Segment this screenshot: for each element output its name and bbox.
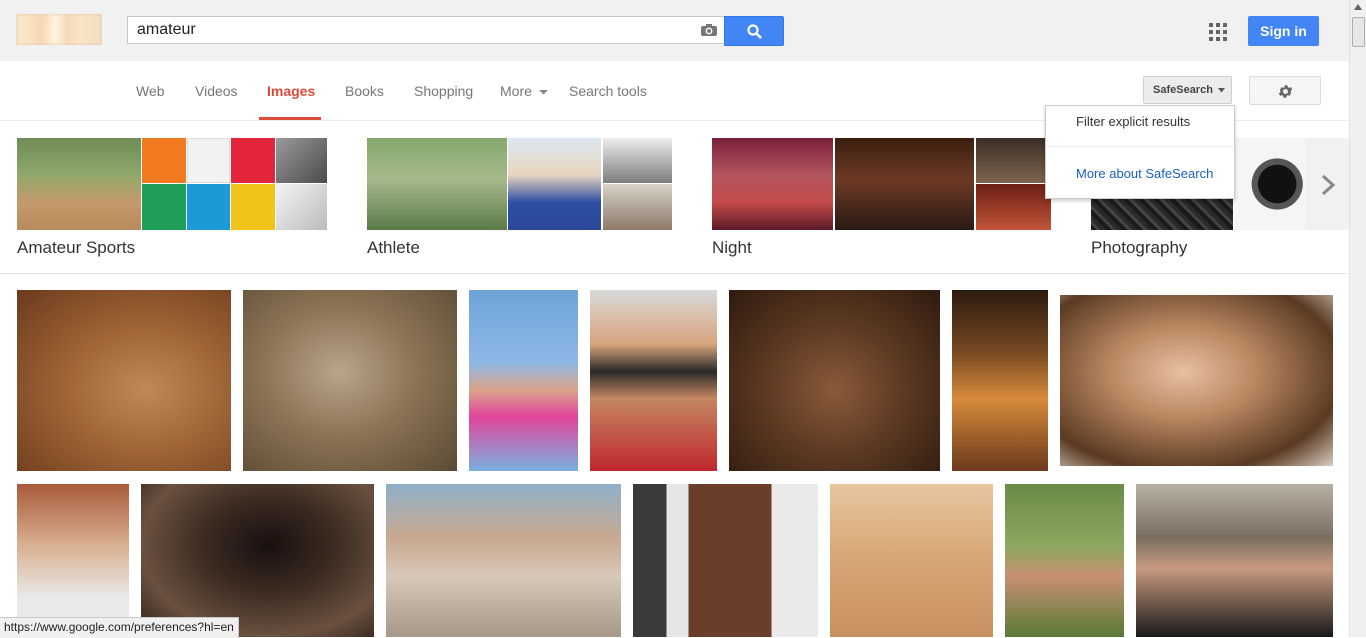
image-result[interactable] [1060,295,1333,466]
search-button[interactable] [724,16,784,46]
scrollbar-thumb[interactable] [1352,17,1365,47]
search-box[interactable] [127,16,724,44]
related-thumbnail [712,138,833,230]
more-about-safesearch-link[interactable]: More about SafeSearch [1076,166,1213,181]
status-bar-url: https://www.google.com/preferences?hl=en [0,617,239,638]
tab-books[interactable]: Books [345,83,384,99]
tab-images[interactable]: Images [267,83,315,99]
related-label: Amateur Sports [17,238,136,257]
safesearch-button[interactable]: SafeSearch [1143,76,1232,104]
safesearch-menu: Filter explicit results More about SafeS… [1045,105,1235,199]
related-thumbnail [187,138,230,183]
image-result[interactable] [729,290,940,471]
image-result[interactable] [17,290,231,471]
chevron-right-icon [1321,174,1335,196]
tab-more-label: More [500,83,532,99]
safesearch-label: SafeSearch [1153,84,1213,96]
related-thumbnail [508,138,601,230]
search-input[interactable] [137,17,677,43]
related-thumbnail [835,138,974,230]
tab-more[interactable]: More [500,83,548,99]
scroll-up-arrow-icon[interactable] [1354,4,1362,10]
tab-search-tools[interactable]: Search tools [569,83,647,99]
tab-shopping[interactable]: Shopping [414,83,473,99]
related-thumbnail [367,138,507,230]
image-result[interactable] [1005,484,1124,637]
related-thumbnail [187,184,230,230]
sign-in-button[interactable]: Sign in [1248,16,1319,46]
image-result[interactable] [590,290,717,471]
related-thumbnail [976,184,1051,230]
gear-icon [1278,85,1293,98]
image-result[interactable] [386,484,621,637]
related-label: Night [712,238,752,257]
related-thumbnail [17,138,141,230]
image-result[interactable] [633,484,818,637]
related-thumbnail [276,184,327,230]
filter-explicit-results-item[interactable]: Filter explicit results [1076,114,1190,129]
image-result[interactable] [1136,484,1333,637]
tab-web[interactable]: Web [136,83,165,99]
search-icon [747,24,762,39]
related-thumbnail [603,184,672,230]
menu-divider [1046,146,1234,147]
image-result[interactable] [17,484,129,637]
image-result[interactable] [469,290,578,471]
related-next-button[interactable] [1306,138,1349,230]
camera-icon[interactable] [700,23,718,37]
top-bar: Sign in [0,0,1349,62]
chevron-down-icon [538,90,548,95]
active-tab-indicator [259,117,321,120]
related-label: Athlete [367,238,420,257]
related-thumbnail [276,138,327,183]
related-thumbnail [142,138,186,183]
related-thumbnail [1234,138,1306,230]
related-thumbnail [142,184,186,230]
related-thumbnail [231,184,275,230]
image-result[interactable] [243,290,457,471]
related-thumbnail [231,138,275,183]
image-result[interactable] [830,484,993,637]
logo[interactable] [16,14,102,45]
related-thumbnail [976,138,1051,183]
vertical-scrollbar[interactable] [1349,0,1366,637]
image-result[interactable] [141,484,374,637]
related-thumbnail [603,138,672,183]
image-result[interactable] [952,290,1048,471]
related-label: Photography [1091,238,1188,257]
settings-button[interactable] [1249,76,1321,105]
apps-grid-icon[interactable] [1209,23,1227,41]
chevron-down-icon [1218,87,1225,93]
tab-videos[interactable]: Videos [195,83,238,99]
